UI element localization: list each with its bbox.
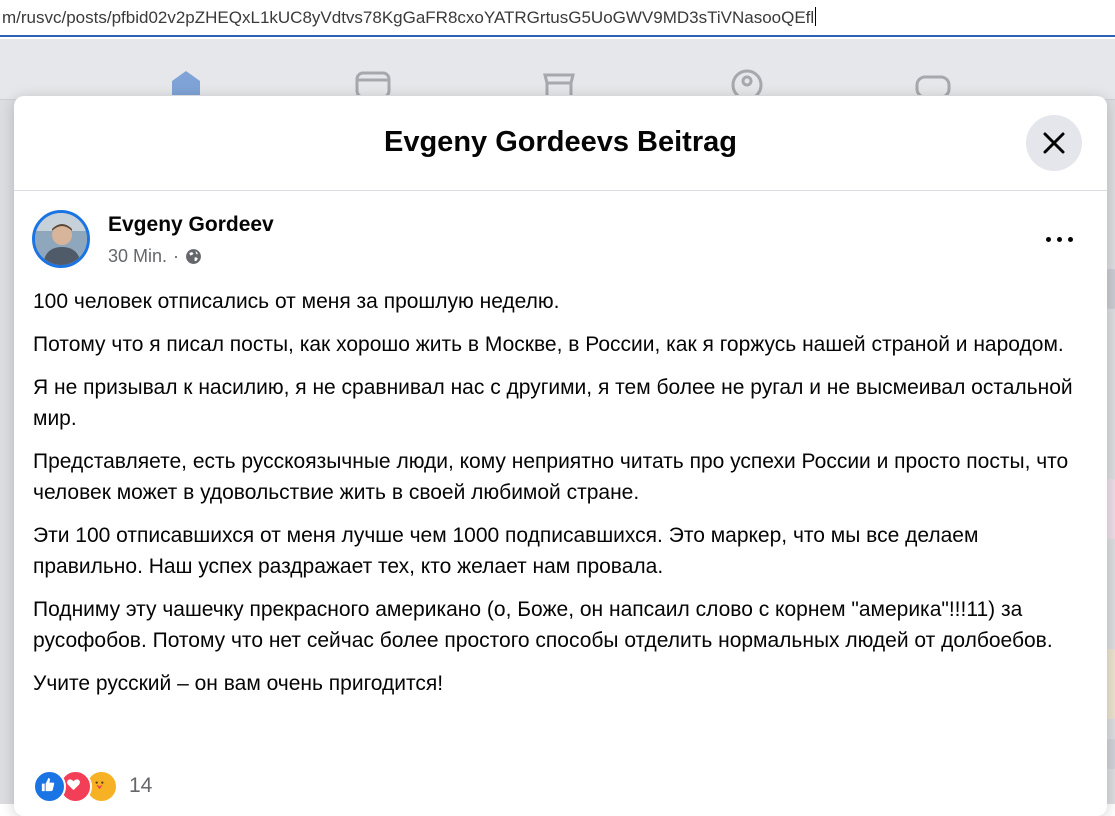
post-paragraph: Подниму эту чашечку прекрасного американ…: [33, 598, 1053, 652]
background-feed-edge: [1107, 229, 1115, 789]
post-text: 100 человек отписались от меня за прошлу…: [33, 286, 1093, 711]
post-paragraph: Эти 100 отписавшихся от меня лучше чем 1…: [33, 524, 979, 578]
top-navigation: [0, 39, 1115, 100]
meta-separator: ·: [173, 246, 180, 266]
address-bar[interactable]: m/rusvc/posts/pfbid02v2pZHEQxL1kUC8yVdtv…: [0, 0, 1115, 37]
author-avatar[interactable]: [32, 210, 90, 268]
post-modal: Evgeny Gordeevs Beitrag Evgeny Gordeev 3…: [14, 96, 1107, 816]
video-icon[interactable]: [355, 69, 391, 95]
avatar-photo: [35, 213, 87, 265]
marketplace-icon[interactable]: [541, 69, 577, 95]
reactions-count[interactable]: 14: [129, 774, 152, 798]
gaming-icon[interactable]: [915, 69, 951, 95]
more-options-button[interactable]: [1042, 224, 1078, 254]
author-name[interactable]: Evgeny Gordeev: [108, 213, 274, 237]
text-caret: [815, 7, 817, 26]
close-icon: [1043, 132, 1065, 154]
groups-icon[interactable]: [729, 69, 765, 95]
close-button[interactable]: [1026, 115, 1082, 171]
globe-icon[interactable]: [185, 248, 202, 265]
modal-header: Evgeny Gordeevs Beitrag: [14, 96, 1107, 191]
post-paragraph: 100 человек отписались от меня за прошлу…: [33, 290, 560, 313]
post-meta: 30 Min. ·: [108, 246, 202, 267]
home-icon[interactable]: [168, 69, 204, 95]
url-text[interactable]: m/rusvc/posts/pfbid02v2pZHEQxL1kUC8yVdtv…: [2, 7, 817, 28]
post-paragraph: Учите русский – он вам очень пригодится!: [33, 672, 444, 695]
post-paragraph: Потому что я писал посты, как хорошо жит…: [33, 333, 1064, 356]
post-paragraph: Я не призывал к насилию, я не сравнивал …: [33, 376, 1073, 430]
reactions-summary[interactable]: 14: [33, 769, 152, 803]
like-reaction-icon: [33, 769, 66, 803]
post-paragraph: Представляете, есть русскоязычные люди, …: [33, 450, 1069, 504]
modal-title: Evgeny Gordeevs Beitrag: [384, 126, 737, 158]
post-time[interactable]: 30 Min.: [108, 246, 167, 267]
